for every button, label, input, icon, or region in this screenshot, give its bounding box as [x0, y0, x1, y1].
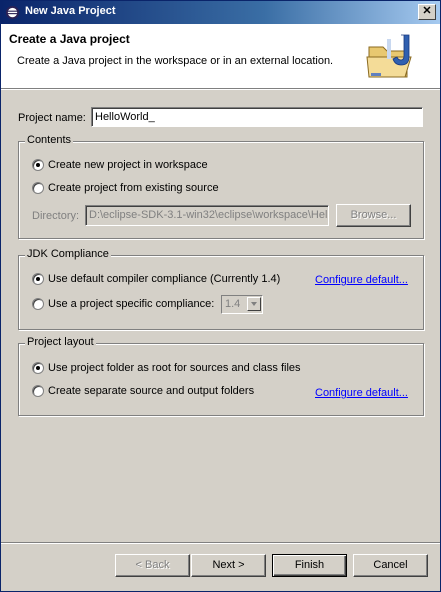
directory-label: Directory:: [32, 210, 80, 222]
title-bar[interactable]: New Java Project ✕: [1, 1, 440, 24]
back-button[interactable]: < Back: [115, 554, 190, 577]
jdk-configure-default-link[interactable]: Configure default...: [315, 274, 408, 286]
jdk-compliance-group: JDK Compliance: [18, 248, 424, 330]
finish-button[interactable]: Finish: [272, 554, 347, 577]
create-new-project-radio[interactable]: [32, 159, 44, 171]
layout-configure-default-link[interactable]: Configure default...: [315, 387, 408, 399]
chevron-down-icon[interactable]: [247, 297, 261, 311]
close-button[interactable]: ✕: [418, 4, 436, 20]
page-description: Create a Java project in the workspace o…: [17, 55, 334, 67]
default-compliance-label[interactable]: Use default compiler compliance (Current…: [48, 273, 280, 285]
new-java-project-dialog: New Java Project ✕ Create a Java project…: [0, 0, 441, 592]
compliance-select[interactable]: 1.4: [221, 295, 263, 314]
single-folder-label[interactable]: Use project folder as root for sources a…: [48, 362, 301, 374]
browse-button[interactable]: Browse...: [336, 204, 411, 227]
eclipse-icon: [5, 5, 20, 20]
default-compliance-radio[interactable]: [32, 273, 44, 285]
window-title: New Java Project: [25, 5, 116, 17]
project-specific-compliance-label[interactable]: Use a project specific compliance:: [48, 298, 214, 310]
separate-folders-label[interactable]: Create separate source and output folder…: [48, 385, 254, 397]
close-icon: ✕: [422, 5, 432, 17]
project-name-label: Project name:: [18, 112, 86, 124]
create-from-existing-radio[interactable]: [32, 182, 44, 194]
project-name-input[interactable]: HelloWorld_: [91, 107, 423, 127]
create-from-existing-label[interactable]: Create project from existing source: [48, 182, 219, 194]
create-new-project-label[interactable]: Create new project in workspace: [48, 159, 208, 171]
contents-legend: Contents: [25, 134, 74, 146]
project-layout-group: Project layout: [18, 336, 424, 416]
compliance-select-value: 1.4: [225, 298, 241, 310]
page-title: Create a Java project: [9, 32, 130, 46]
project-layout-legend: Project layout: [25, 336, 96, 348]
project-specific-compliance-radio[interactable]: [32, 298, 44, 310]
directory-input[interactable]: D:\eclipse-SDK-3.1-win32\eclipse\workspa…: [85, 205, 329, 226]
wizard-banner: Create a Java project Create a Java proj…: [1, 24, 440, 89]
single-folder-radio[interactable]: [32, 362, 44, 374]
folder-with-j-icon: [366, 34, 412, 78]
banner-divider: [1, 89, 440, 90]
next-button[interactable]: Next >: [191, 554, 266, 577]
jdk-compliance-legend: JDK Compliance: [25, 248, 111, 260]
cancel-button[interactable]: Cancel: [353, 554, 428, 577]
separate-folders-radio[interactable]: [32, 385, 44, 397]
button-bar-divider-highlight: [1, 543, 440, 544]
